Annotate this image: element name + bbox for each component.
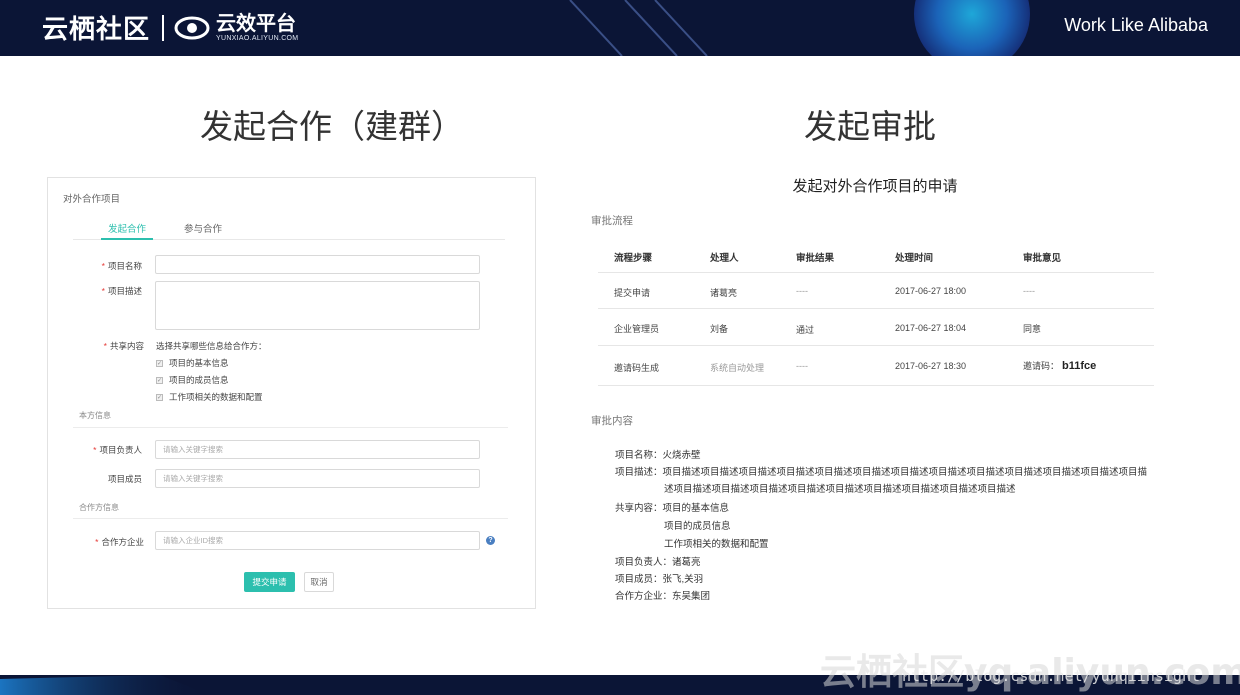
table-divider: [598, 345, 1154, 346]
detail-project-desc-cont: 述项目描述项目描述项目描述项目描述项目描述项目描述项目描述项目描述项目描述: [664, 484, 1016, 495]
column-header: 流程步骤: [614, 253, 653, 264]
detail-share: 共享内容：项目的基本信息: [615, 503, 730, 514]
cell-time: 2017-06-27 18:04: [895, 323, 967, 333]
cell-opinion: 邀请码： b11fce: [1023, 360, 1097, 372]
detail-members: 项目成员：张飞,关羽: [615, 574, 704, 585]
detail-project-desc: 项目描述：项目描述项目描述项目描述项目描述项目描述项目描述项目描述项目描述项目描…: [615, 467, 1148, 478]
brand-separator: [162, 14, 165, 41]
cancel-button[interactable]: 取消: [304, 572, 334, 592]
cell-time: 2017-06-27 18:30: [895, 361, 967, 371]
cell-time: 2017-06-27 18:00: [895, 286, 967, 296]
checkbox-checked-icon[interactable]: ✓: [156, 359, 163, 367]
brand-area: 云栖社区 云效平台 YUNXIAO.ALIYUN.COM: [42, 9, 298, 46]
tab-join[interactable]: 参与合作: [184, 221, 222, 235]
our-info-heading: 本方信息: [79, 411, 111, 420]
cell-opinion: ----: [1023, 286, 1035, 296]
column-header: 审批意见: [1023, 253, 1062, 264]
members-label: 项目成员: [107, 474, 142, 484]
detail-project-name: 项目名称：火烧赤壁: [615, 450, 701, 461]
help-icon[interactable]: ?: [486, 536, 495, 545]
section-divider: [73, 427, 508, 428]
checkbox-checked-icon[interactable]: ✓: [156, 393, 163, 401]
partner-input[interactable]: 请输入企业ID搜索: [155, 531, 480, 550]
right-section-title: 发起审批: [804, 107, 936, 146]
table-divider: [598, 308, 1154, 309]
share-option-workitems[interactable]: ✓ 工作项相关的数据和配置: [156, 391, 263, 403]
product-brand: 云效平台 YUNXIAO.ALIYUN.COM: [216, 13, 298, 42]
approval-title: 发起对外合作项目的申请: [792, 177, 958, 195]
flow-heading: 审批流程: [591, 215, 633, 227]
cell-result: ----: [796, 286, 808, 296]
cell-handler: 诸葛亮: [710, 288, 738, 298]
watermark-url: http://blog.csdn.net/yunqiinsight: [902, 667, 1201, 685]
active-tab-indicator: [101, 238, 153, 240]
header-bar: 云栖社区 云效平台 YUNXIAO.ALIYUN.COM Work Like A…: [0, 0, 1240, 56]
slogan: Work Like Alibaba: [1064, 15, 1208, 35]
table-divider: [598, 385, 1154, 386]
form-tabs: 发起合作 参与合作: [73, 216, 505, 240]
column-header: 处理人: [710, 253, 739, 264]
share-option-basic[interactable]: ✓ 项目的基本信息: [156, 357, 229, 369]
cell-opinion: 同意: [1023, 324, 1042, 334]
section-divider: [73, 518, 508, 519]
cell-result: 通过: [796, 325, 815, 335]
owner-label: * 项目负责人: [93, 445, 142, 455]
share-hint: 选择共享哪些信息给合作方：: [156, 341, 267, 351]
cell-handler: 刘备: [710, 324, 729, 334]
members-input[interactable]: 请输入关键字搜索: [155, 469, 480, 488]
project-name-input[interactable]: [155, 255, 480, 274]
detail-share-3: 工作项相关的数据和配置: [664, 539, 769, 550]
cell-step: 提交申请: [614, 288, 651, 298]
brand-name: 云栖社区: [42, 15, 151, 45]
share-option-members[interactable]: ✓ 项目的成员信息: [156, 374, 229, 386]
table-divider: [598, 272, 1154, 273]
product-name: 云效平台: [216, 11, 297, 35]
invite-code: b11fce: [1062, 360, 1097, 372]
cell-handler: 系统自动处理: [710, 363, 765, 373]
owner-input[interactable]: 请输入关键字搜索: [155, 440, 480, 459]
project-name-label: * 项目名称: [101, 261, 142, 271]
left-section-title: 发起合作（建群）: [200, 107, 464, 146]
content-heading: 审批内容: [591, 415, 633, 427]
detail-partner: 合作方企业：东吴集团: [615, 591, 711, 602]
detail-owner: 项目负责人：诸葛亮: [615, 557, 701, 568]
product-domain: YUNXIAO.ALIYUN.COM: [216, 35, 299, 42]
collaboration-form-panel: 对外合作项目 发起合作 参与合作 * 项目名称 * 项目描述 * 共享内容 选择共享哪…: [47, 177, 536, 609]
cloud-logo-icon: [174, 16, 210, 39]
detail-share-2: 项目的成员信息: [664, 521, 731, 532]
checkbox-checked-icon[interactable]: ✓: [156, 376, 163, 384]
submit-button[interactable]: 提交申请: [244, 572, 295, 592]
cell-result: ----: [796, 361, 808, 371]
project-desc-label: * 项目描述: [101, 286, 142, 296]
partner-info-heading: 合作方信息: [79, 503, 119, 512]
tab-initiate[interactable]: 发起合作: [108, 221, 146, 235]
cell-step: 企业管理员: [614, 324, 660, 334]
partner-label: * 合作方企业: [95, 537, 144, 547]
cell-step: 邀请码生成: [614, 363, 660, 373]
column-header: 处理时间: [895, 253, 934, 264]
share-content-label: * 共享内容: [103, 341, 144, 351]
panel-title: 对外合作项目: [63, 194, 121, 205]
project-desc-textarea[interactable]: [155, 281, 480, 330]
column-header: 审批结果: [796, 253, 835, 264]
